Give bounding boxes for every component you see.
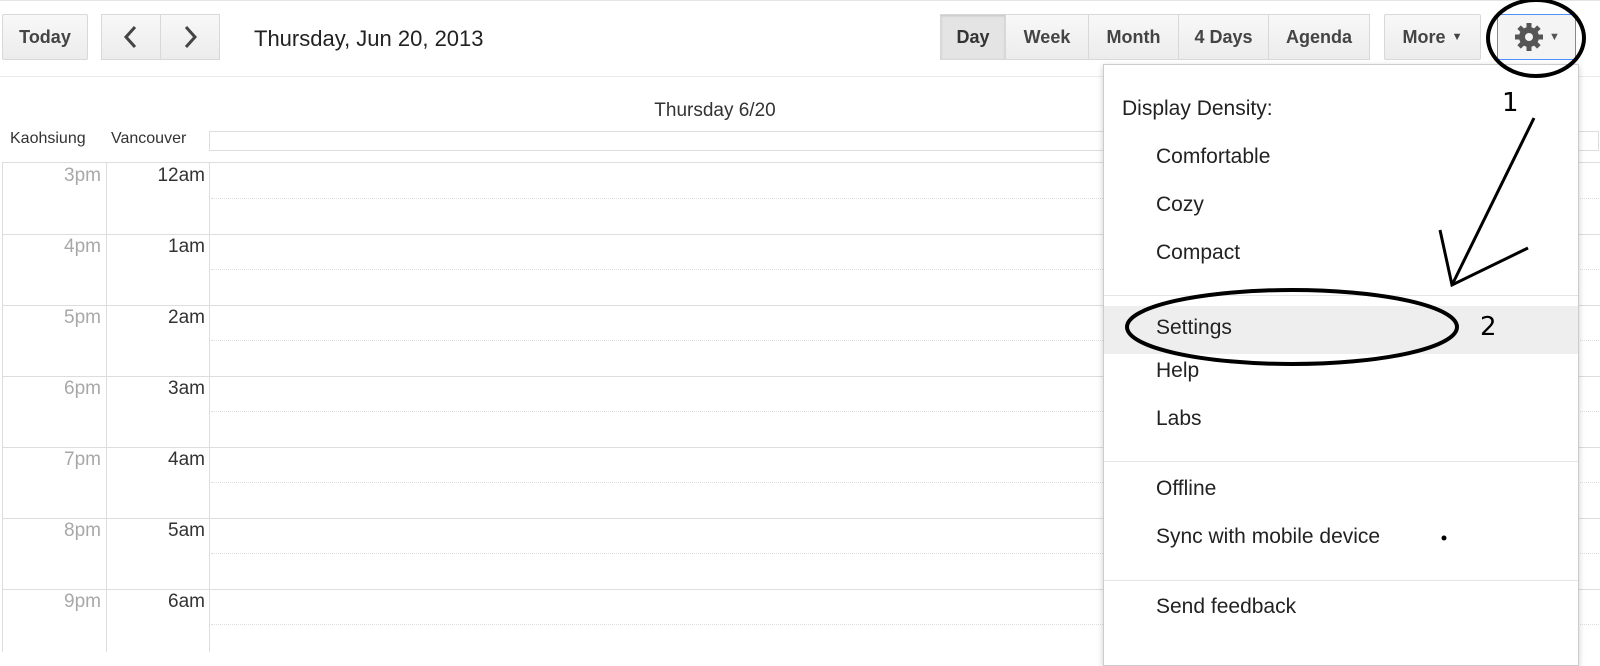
- next-button[interactable]: [161, 14, 220, 60]
- today-button[interactable]: Today: [2, 14, 88, 60]
- grid-divider: [106, 163, 107, 652]
- gear-icon: [1515, 23, 1544, 51]
- view-month-tab[interactable]: Month: [1089, 14, 1179, 60]
- grid-divider: [209, 163, 210, 652]
- menu-item-offline[interactable]: Offline: [1104, 477, 1578, 501]
- top-border: [0, 0, 1600, 1]
- caret-down-icon: ▼: [1451, 31, 1463, 43]
- time-label-secondary: 12am: [157, 165, 205, 186]
- time-label-primary: 7pm: [64, 449, 101, 470]
- view-agenda-tab[interactable]: Agenda: [1269, 14, 1370, 60]
- chevron-left-icon: [123, 25, 137, 49]
- menu-item-settings[interactable]: Settings: [1104, 306, 1578, 354]
- time-label-secondary: 2am: [168, 307, 205, 328]
- menu-divider: [1104, 295, 1578, 296]
- step-number-2: 2: [1480, 312, 1497, 342]
- time-label-secondary: 3am: [168, 378, 205, 399]
- time-label-primary: 9pm: [64, 591, 101, 612]
- time-label-secondary: 1am: [168, 236, 205, 257]
- time-label-secondary: 4am: [168, 449, 205, 470]
- more-label: More: [1402, 26, 1446, 47]
- time-label-secondary: 6am: [168, 591, 205, 612]
- menu-divider: [1104, 580, 1578, 581]
- menu-item-sync-mobile[interactable]: Sync with mobile device: [1104, 525, 1578, 549]
- caret-down-icon: ▼: [1549, 31, 1560, 43]
- settings-dropdown-menu: Display Density: Comfortable Cozy Compac…: [1103, 64, 1579, 666]
- menu-item-cozy[interactable]: Cozy: [1104, 193, 1578, 217]
- time-label-primary: 8pm: [64, 520, 101, 541]
- view-week-tab[interactable]: Week: [1006, 14, 1089, 60]
- timezone-secondary-label: Vancouver: [111, 130, 187, 147]
- time-label-primary: 3pm: [64, 165, 101, 186]
- timezone-primary-label: Kaohsiung: [10, 130, 86, 147]
- current-date-title: Thursday, Jun 20, 2013: [254, 26, 484, 51]
- time-label-primary: 4pm: [64, 236, 101, 257]
- menu-item-compact[interactable]: Compact: [1104, 241, 1578, 265]
- menu-item-labs[interactable]: Labs: [1104, 407, 1578, 431]
- chevron-right-icon: [184, 25, 198, 49]
- more-button[interactable]: More ▼: [1384, 14, 1481, 60]
- menu-item-help[interactable]: Help: [1104, 359, 1578, 383]
- view-4days-tab[interactable]: 4 Days: [1179, 14, 1269, 60]
- menu-item-send-feedback[interactable]: Send feedback: [1104, 595, 1578, 619]
- step-number-1: 1: [1502, 88, 1519, 118]
- time-label-primary: 5pm: [64, 307, 101, 328]
- view-day-tab[interactable]: Day: [940, 14, 1006, 60]
- menu-divider: [1104, 461, 1578, 462]
- density-header: Display Density:: [1122, 97, 1273, 120]
- time-label-secondary: 5am: [168, 520, 205, 541]
- time-label-primary: 6pm: [64, 378, 101, 399]
- settings-gear-button[interactable]: ▼: [1497, 14, 1576, 60]
- prev-button[interactable]: [101, 14, 161, 60]
- menu-item-comfortable[interactable]: Comfortable: [1104, 145, 1578, 169]
